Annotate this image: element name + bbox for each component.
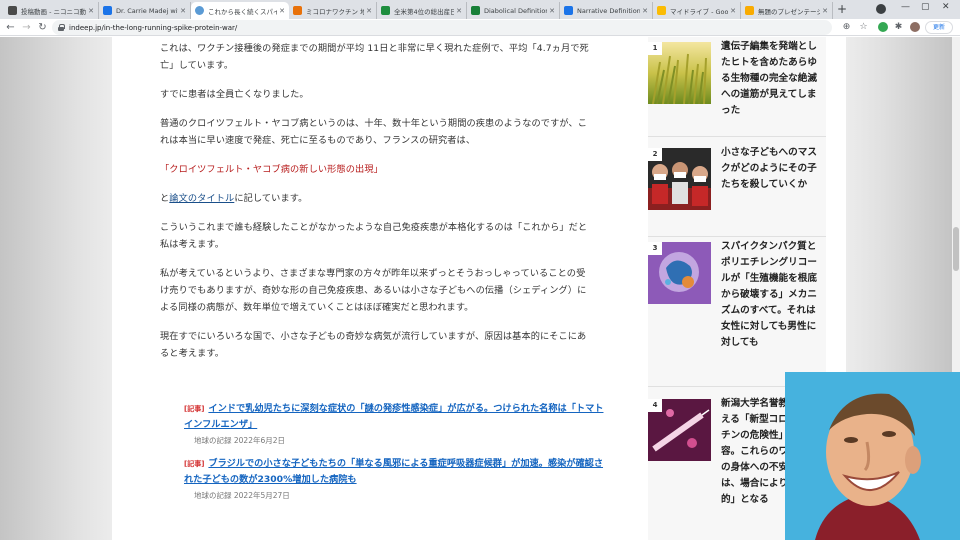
indeep-icon [195, 6, 204, 15]
extensions-puzzle-icon[interactable]: ✱ [892, 21, 905, 34]
tab-diabolical-definition[interactable]: Diabolical Definition & ✕ [467, 2, 560, 19]
article-paragraph: と論文のタイトルに記しています。 [160, 190, 594, 207]
paper-title-link[interactable]: 論文のタイトル [169, 193, 234, 204]
close-window-icon[interactable]: ✕ [942, 2, 950, 12]
maximize-icon[interactable]: ▢ [921, 2, 930, 12]
tab-presentation[interactable]: 無題のプレゼンテーション ✕ [741, 2, 833, 19]
ranking-thumbnail[interactable]: 1 [648, 42, 711, 104]
article-paragraph: こういうこれまで誰も経験したことがなかったような自己免疫疾患が本格化するのは「こ… [160, 222, 588, 250]
article-paragraph: 現在すでにいろいろな国で、小さな子どもの奇妙な病気が流行していますが、原因は基本… [160, 331, 587, 359]
tab-label: これから長く続くスパイク [208, 7, 278, 16]
tab-label: Diabolical Definition & [484, 6, 548, 15]
related-article-link[interactable]: [記事] インドで乳幼児たちに深刻な症状の「謎の発疹性感染症」が広がる。つけられた… [184, 401, 604, 433]
ranking-item[interactable]: 1 遺伝子編集を発端としたヒトを含めたあらゆる生物種の完全な絶滅への道筋が見えて… [648, 37, 826, 137]
zoom-icon[interactable]: ⊕ [840, 21, 853, 34]
article-tag: [記事] [184, 405, 205, 413]
tab-label: ミコロナワクチン 地元情 [306, 7, 364, 16]
ranking-thumbnail[interactable]: 3 [648, 242, 711, 304]
tab-label: 無題のプレゼンテーション [758, 7, 820, 16]
tab-google-drive[interactable]: マイドライブ - Google ✕ [653, 2, 741, 19]
tab-label: 全米第4位の総出産日 [394, 7, 455, 16]
text-span: に記しています。 [234, 193, 308, 204]
close-icon[interactable]: ✕ [180, 7, 186, 15]
close-icon[interactable]: ✕ [88, 7, 94, 15]
bookmark-star-icon[interactable]: ☆ [857, 21, 870, 34]
reload-icon[interactable]: ↻ [36, 21, 49, 34]
browser-window: 投稿動画 - ニコニコ動画 ✕ Dr. Carrie Madej with ✕ … [0, 0, 960, 540]
rank-number: 1 [648, 42, 662, 55]
dictionary-icon [471, 6, 480, 15]
close-icon[interactable]: ✕ [822, 7, 828, 15]
rank-number: 3 [648, 242, 662, 255]
ranking-item[interactable]: 3 スパイクタンパク質とポリエチレングリコールが「生殖機能を根底から破壊する」メ… [648, 237, 826, 387]
content-area: これは、ワクチン接種後の発症までの期間が平均 11日と非常に早く現れた症例で、平… [112, 37, 846, 540]
ranking-title[interactable]: スパイクタンパク質とポリエチレングリコールが「生殖機能を根底から破壊する」メカニ… [721, 239, 819, 351]
close-icon[interactable]: ✕ [279, 7, 285, 15]
lock-icon [58, 24, 65, 31]
ranking-thumbnail[interactable]: 4 [648, 399, 711, 461]
webcam-overlay [785, 372, 960, 540]
extension-icon[interactable] [878, 22, 888, 32]
related-article-meta: 地球の記録 2022年5月27日 [194, 491, 290, 500]
presenter-face-image [785, 372, 960, 540]
scrollbar-thumb[interactable] [953, 227, 959, 271]
update-button[interactable]: 更新 [925, 21, 953, 34]
text-span: と [160, 193, 170, 204]
dictionary-icon [564, 6, 573, 15]
tab-active-article[interactable]: これから長く続くスパイク ✕ [191, 2, 289, 19]
ranking-item[interactable]: 2 小さな子どもへのマスクがどのようにその子たちを殺していくか [648, 143, 826, 237]
tab-carrie-madej[interactable]: Dr. Carrie Madej with ✕ [99, 2, 191, 19]
related-article-title[interactable]: ブラジルでの小さな子どもたちの「単なる風邪による重症呼吸器症候群」が加速。感染が… [184, 458, 603, 485]
related-article-item: [記事] インドで乳幼児たちに深刻な症状の「謎の発疹性感染症」が広がる。つけられた… [184, 401, 604, 446]
tab-corona-vaccine[interactable]: ミコロナワクチン 地元情 ✕ [289, 2, 377, 19]
minimize-icon[interactable]: — [901, 2, 910, 12]
ranking-title[interactable]: 小さな子どもへのマスクがどのようにその子たちを殺していくか [721, 145, 819, 193]
close-icon[interactable]: ✕ [456, 7, 462, 15]
ranking-title[interactable]: 遺伝子編集を発端としたヒトを含めたあらゆる生物種の完全な絶滅への道筋が見えてしま… [721, 39, 819, 119]
new-tab-button[interactable]: + [835, 2, 849, 17]
ranking-thumbnail[interactable]: 2 [648, 148, 711, 210]
paper-title-quote: 「クロイツフェルト・ヤコブ病の新しい形態の出現」 [160, 164, 383, 175]
rank-number: 4 [648, 399, 662, 412]
article-paragraph: すでに患者は全員亡くなりました。 [160, 89, 309, 100]
tab-label: Dr. Carrie Madej with [116, 6, 179, 15]
tab-birth-rate[interactable]: 全米第4位の総出産日 ✕ [377, 2, 467, 19]
page-icon [381, 6, 390, 15]
article-paragraph: 普通のクロイツフェルト・ヤコブ病というのは、十年、数十年という期間の疾患のような… [160, 118, 588, 146]
related-article-title[interactable]: インドで乳幼児たちに深刻な症状の「謎の発疹性感染症」が広がる。つけられた名称は「… [184, 403, 603, 430]
google-drive-icon [657, 6, 666, 15]
tab-label: Narrative Definition & [577, 6, 641, 15]
back-icon[interactable]: ← [4, 21, 17, 34]
close-icon[interactable]: ✕ [549, 7, 555, 15]
related-article-meta: 地球の記録 2022年6月2日 [194, 436, 286, 445]
tab-strip: 投稿動画 - ニコニコ動画 ✕ Dr. Carrie Madej with ✕ … [0, 0, 960, 19]
related-article-link[interactable]: [記事] ブラジルでの小さな子どもたちの「単なる風邪による重症呼吸器症候群」が加速… [184, 456, 604, 488]
slides-icon [745, 6, 754, 15]
article-body: これは、ワクチン接種後の発症までの期間が平均 11日と非常に早く現れた症例で、平… [160, 40, 594, 374]
nicovideo-icon [8, 6, 17, 15]
page-icon [293, 6, 302, 15]
rank-number: 2 [648, 148, 662, 161]
forward-icon[interactable]: → [20, 21, 33, 34]
tab-narrative-definition[interactable]: Narrative Definition & ✕ [560, 2, 653, 19]
close-icon[interactable]: ✕ [642, 7, 648, 15]
related-articles: [記事] インドで乳幼児たちに深刻な症状の「謎の発疹性感染症」が広がる。つけられた… [184, 401, 604, 511]
close-icon[interactable]: ✕ [366, 7, 372, 15]
address-bar[interactable]: indeep.jp/in-the-long-running-spike-prot… [52, 20, 832, 35]
article-paragraph: これは、ワクチン接種後の発症までの期間が平均 11日と非常に早く現れた症例で、平… [160, 43, 589, 71]
page-icon [103, 6, 112, 15]
url-text: indeep.jp/in-the-long-running-spike-prot… [69, 23, 238, 32]
article-paragraph: 私が考えているというより、さまざまな専門家の方々が昨年以来ずっとそうおっしゃって… [160, 268, 587, 313]
tab-label: マイドライブ - Google [670, 7, 729, 16]
profile-avatar-icon[interactable] [910, 22, 920, 32]
tab-label: 投稿動画 - ニコニコ動画 [21, 7, 87, 16]
page-gutter-left [0, 37, 112, 540]
article-tag: [記事] [184, 460, 205, 468]
related-article-item: [記事] ブラジルでの小さな子どもたちの「単なる風邪による重症呼吸器症候群」が加速… [184, 456, 604, 501]
tab-nicovideo[interactable]: 投稿動画 - ニコニコ動画 ✕ [4, 2, 99, 19]
close-icon[interactable]: ✕ [730, 7, 736, 15]
tab-search-icon[interactable] [876, 4, 886, 14]
browser-toolbar: ← → ↻ indeep.jp/in-the-long-running-spik… [0, 19, 960, 36]
